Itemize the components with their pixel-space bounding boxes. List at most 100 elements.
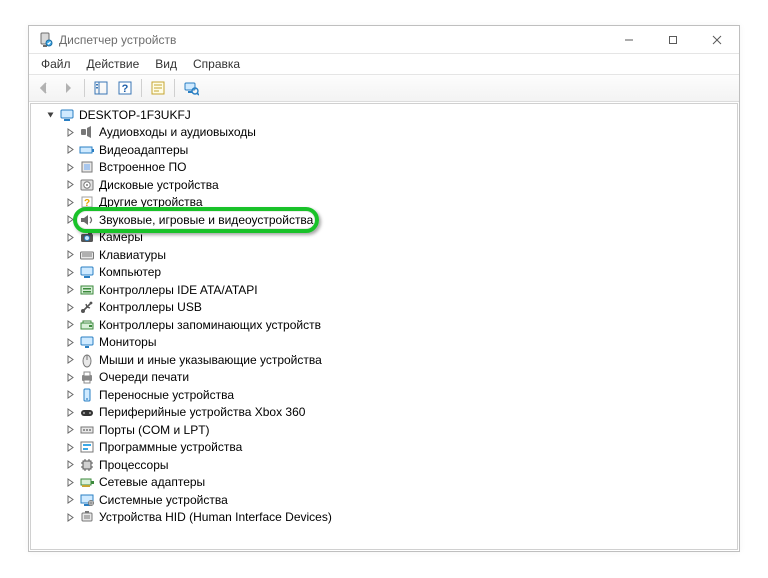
tree-root-node[interactable]: DESKTOP-1F3UKFJ bbox=[35, 106, 737, 124]
tree-node[interactable]: Контроллеры IDE ATA/ATAPI bbox=[35, 281, 737, 299]
tree-node[interactable]: Клавиатуры bbox=[35, 246, 737, 264]
chevron-right-icon[interactable] bbox=[63, 213, 77, 227]
mouse-icon bbox=[79, 352, 95, 368]
chevron-right-icon[interactable] bbox=[63, 458, 77, 472]
chevron-right-icon[interactable] bbox=[63, 388, 77, 402]
menu-action[interactable]: Действие bbox=[79, 55, 148, 73]
ide-controller-icon bbox=[79, 282, 95, 298]
properties-button[interactable] bbox=[147, 77, 169, 99]
chevron-right-icon[interactable] bbox=[63, 423, 77, 437]
tree-node[interactable]: Порты (COM и LPT) bbox=[35, 421, 737, 439]
chevron-right-icon[interactable] bbox=[63, 318, 77, 332]
tree-node[interactable]: Контроллеры USB bbox=[35, 299, 737, 317]
tree-node-label: Мыши и иные указывающие устройства bbox=[99, 352, 322, 368]
chevron-right-icon[interactable] bbox=[63, 510, 77, 524]
chevron-right-icon[interactable] bbox=[63, 335, 77, 349]
device-tree-panel[interactable]: DESKTOP-1F3UKFJАудиовходы и аудиовыходыВ… bbox=[30, 103, 738, 550]
tree-node[interactable]: Компьютер bbox=[35, 264, 737, 282]
tree-node-label: Устройства HID (Human Interface Devices) bbox=[99, 509, 332, 525]
other-devices-icon: ? bbox=[79, 194, 95, 210]
show-hide-tree-button[interactable] bbox=[90, 77, 112, 99]
menubar: Файл Действие Вид Справка bbox=[29, 54, 739, 74]
storage-controller-icon bbox=[79, 317, 95, 333]
chevron-right-icon[interactable] bbox=[63, 178, 77, 192]
print-queue-icon bbox=[79, 369, 95, 385]
tree-node[interactable]: Системные устройства bbox=[35, 491, 737, 509]
tree-node-label: Очереди печати bbox=[99, 369, 189, 385]
chevron-right-icon[interactable] bbox=[63, 493, 77, 507]
svg-text:?: ? bbox=[122, 83, 129, 95]
computer-icon bbox=[59, 107, 75, 123]
toolbar-separator bbox=[141, 79, 142, 97]
tree-node[interactable]: Переносные устройства bbox=[35, 386, 737, 404]
tree-node-label: Компьютер bbox=[99, 264, 161, 280]
chevron-right-icon[interactable] bbox=[63, 475, 77, 489]
tree-node[interactable]: Программные устройства bbox=[35, 439, 737, 457]
tree-node-label: Системные устройства bbox=[99, 492, 228, 508]
tree-node[interactable]: Камеры bbox=[35, 229, 737, 247]
menu-view[interactable]: Вид bbox=[147, 55, 185, 73]
tree-node-label: Видеоадаптеры bbox=[99, 142, 188, 158]
tree-node-label: Контроллеры запоминающих устройств bbox=[99, 317, 321, 333]
tree-node[interactable]: ?Другие устройства bbox=[35, 194, 737, 212]
chevron-right-icon[interactable] bbox=[63, 353, 77, 367]
close-button[interactable] bbox=[695, 26, 739, 54]
scan-hardware-button[interactable] bbox=[180, 77, 202, 99]
tree-node[interactable]: Мониторы bbox=[35, 334, 737, 352]
chevron-right-icon[interactable] bbox=[63, 265, 77, 279]
ports-icon bbox=[79, 422, 95, 438]
hid-icon bbox=[79, 509, 95, 525]
titlebar: Диспетчер устройств bbox=[29, 26, 739, 54]
disk-icon bbox=[79, 177, 95, 193]
toolbar-separator bbox=[84, 79, 85, 97]
back-button[interactable] bbox=[33, 77, 55, 99]
system-device-icon bbox=[79, 492, 95, 508]
chevron-right-icon[interactable] bbox=[63, 143, 77, 157]
tree-node[interactable]: Звуковые, игровые и видеоустройства bbox=[35, 211, 737, 229]
help-button[interactable]: ? bbox=[114, 77, 136, 99]
tree-node-label: Мониторы bbox=[99, 334, 156, 350]
window-title: Диспетчер устройств bbox=[59, 33, 607, 47]
tree-node-label: Сетевые адаптеры bbox=[99, 474, 205, 490]
tree-node-label: Порты (COM и LPT) bbox=[99, 422, 210, 438]
tree-node[interactable]: Мыши и иные указывающие устройства bbox=[35, 351, 737, 369]
tree-node[interactable]: Сетевые адаптеры bbox=[35, 474, 737, 492]
tree-node[interactable]: Дисковые устройства bbox=[35, 176, 737, 194]
camera-icon bbox=[79, 229, 95, 245]
tree-node[interactable]: Аудиовходы и аудиовыходы bbox=[35, 124, 737, 142]
chevron-right-icon[interactable] bbox=[63, 230, 77, 244]
chevron-down-icon[interactable] bbox=[43, 108, 57, 122]
chevron-right-icon[interactable] bbox=[63, 405, 77, 419]
video-adapter-icon bbox=[79, 142, 95, 158]
maximize-button[interactable] bbox=[651, 26, 695, 54]
chevron-right-icon[interactable] bbox=[63, 370, 77, 384]
tree-node-label: Камеры bbox=[99, 229, 143, 245]
chevron-right-icon[interactable] bbox=[63, 248, 77, 262]
tree-node-label: Контроллеры USB bbox=[99, 299, 202, 315]
chevron-right-icon[interactable] bbox=[63, 300, 77, 314]
menu-help[interactable]: Справка bbox=[185, 55, 248, 73]
tree-node-label: DESKTOP-1F3UKFJ bbox=[79, 107, 191, 123]
tree-node[interactable]: Очереди печати bbox=[35, 369, 737, 387]
usb-controller-icon bbox=[79, 299, 95, 315]
tree-node[interactable]: Встроенное ПО bbox=[35, 159, 737, 177]
monitor-icon bbox=[79, 334, 95, 350]
chevron-right-icon[interactable] bbox=[63, 160, 77, 174]
tree-node-label: Звуковые, игровые и видеоустройства bbox=[99, 212, 313, 228]
chevron-right-icon[interactable] bbox=[63, 440, 77, 454]
tree-node[interactable]: Процессоры bbox=[35, 456, 737, 474]
keyboard-icon bbox=[79, 247, 95, 263]
tree-node[interactable]: Видеоадаптеры bbox=[35, 141, 737, 159]
minimize-button[interactable] bbox=[607, 26, 651, 54]
tree-node[interactable]: Периферийные устройства Xbox 360 bbox=[35, 404, 737, 422]
portable-device-icon bbox=[79, 387, 95, 403]
tree-node[interactable]: Устройства HID (Human Interface Devices) bbox=[35, 509, 737, 527]
chevron-right-icon[interactable] bbox=[63, 125, 77, 139]
forward-button[interactable] bbox=[57, 77, 79, 99]
tree-node[interactable]: Контроллеры запоминающих устройств bbox=[35, 316, 737, 334]
chevron-right-icon[interactable] bbox=[63, 195, 77, 209]
menu-file[interactable]: Файл bbox=[33, 55, 79, 73]
processor-icon bbox=[79, 457, 95, 473]
window-controls bbox=[607, 26, 739, 54]
chevron-right-icon[interactable] bbox=[63, 283, 77, 297]
